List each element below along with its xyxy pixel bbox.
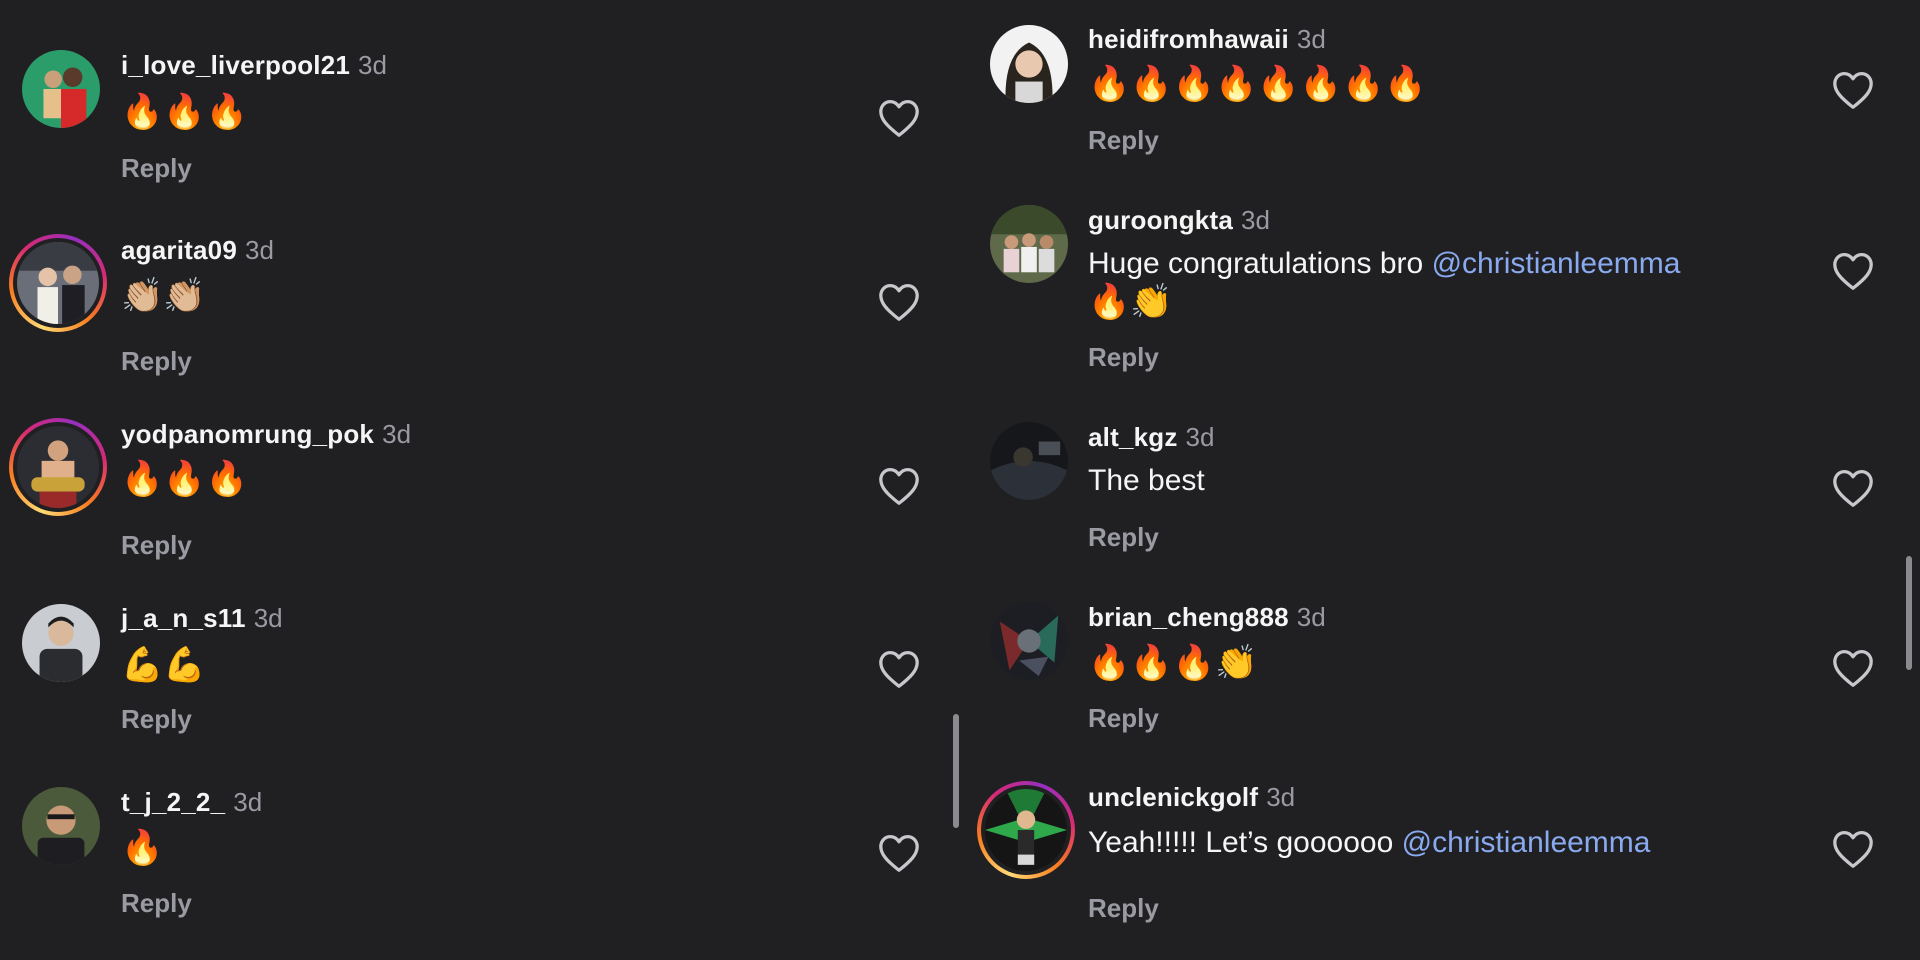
like-heart-icon[interactable] (1831, 251, 1875, 291)
timestamp: 3d (253, 603, 283, 633)
username-link[interactable]: guroongkta (1088, 205, 1233, 235)
reply-button[interactable]: Reply (121, 153, 192, 184)
mention-link[interactable]: @christianleemma (1432, 247, 1681, 280)
username-link[interactable]: agarita09 (121, 235, 237, 265)
comment-meta: yodpanomrung_pok 3d (121, 419, 411, 449)
comment-meta: guroongkta 3d (1088, 205, 1270, 235)
comment-meta: agarita09 3d (121, 235, 274, 265)
avatar-story-ring[interactable] (9, 234, 107, 332)
reply-button[interactable]: Reply (121, 530, 192, 561)
comment-meta: j_a_n_s11 3d (121, 603, 283, 633)
username-link[interactable]: yodpanomrung_pok (121, 419, 374, 449)
avatar-story-ring[interactable] (9, 418, 107, 516)
comments-column-left: i_love_liverpool21 3d 🔥🔥🔥 Reply agarita09… (0, 0, 960, 960)
scrollbar-left[interactable] (953, 714, 959, 828)
comment-text-line2: 🔥👏 (1088, 282, 1173, 322)
comment-text: 🔥🔥🔥 (121, 459, 249, 499)
avatar[interactable] (989, 601, 1069, 681)
comment-meta: alt_kgz 3d (1088, 422, 1214, 452)
scrollbar-right[interactable] (1906, 556, 1912, 670)
like-heart-icon[interactable] (1831, 468, 1875, 508)
comment-meta: brian_cheng888 3d (1088, 602, 1326, 632)
reply-button[interactable]: Reply (121, 888, 192, 919)
username-link[interactable]: t_j_2_2_ (121, 787, 225, 817)
timestamp: 3d (1296, 602, 1326, 632)
comment-text: 👏🏼👏🏼 (121, 276, 206, 316)
comment-text: The best (1088, 464, 1205, 497)
reply-button[interactable]: Reply (121, 346, 192, 377)
username-link[interactable]: unclenickgolf (1088, 782, 1258, 812)
timestamp: 3d (382, 419, 412, 449)
avatar-story-ring[interactable] (977, 781, 1075, 879)
comment-text: Yeah!!!!! Let’s goooooo @christianleemma (1088, 826, 1651, 859)
timestamp: 3d (1266, 782, 1296, 812)
timestamp: 3d (1241, 205, 1270, 235)
avatar[interactable] (989, 204, 1069, 284)
reply-button[interactable]: Reply (1088, 703, 1159, 734)
comment-text: 🔥 (121, 828, 164, 868)
reply-button[interactable]: Reply (1088, 893, 1159, 924)
comment-meta: unclenickgolf 3d (1088, 782, 1295, 812)
comment-text: 🔥🔥🔥👏 (1088, 643, 1258, 683)
comment-meta: t_j_2_2_ 3d (121, 787, 262, 817)
avatar[interactable] (21, 786, 101, 866)
comment-item: unclenickgolf 3d Yeah!!!!! Let’s goooooo … (960, 0, 1920, 923)
avatar[interactable] (21, 603, 101, 683)
username-link[interactable]: j_a_n_s11 (121, 603, 246, 633)
comment-item: t_j_2_2_ 3d 🔥 Reply (0, 0, 960, 918)
reply-button[interactable]: Reply (1088, 342, 1159, 373)
avatar[interactable] (989, 421, 1069, 501)
like-heart-icon[interactable] (877, 466, 921, 506)
reply-button[interactable]: Reply (1088, 522, 1159, 553)
comment-text: Huge congratulations bro @christianleemm… (1088, 247, 1681, 280)
like-heart-icon[interactable] (877, 649, 921, 689)
timestamp: 3d (244, 235, 274, 265)
timestamp: 3d (1185, 422, 1215, 452)
comments-column-right: heidifromhawaii 3d 🔥🔥🔥🔥🔥🔥🔥🔥 Reply guroong… (960, 0, 1920, 960)
mention-link[interactable]: @christianleemma (1402, 826, 1651, 859)
like-heart-icon[interactable] (877, 282, 921, 322)
like-heart-icon[interactable] (877, 833, 921, 873)
comment-text: 💪💪 (121, 645, 206, 685)
username-link[interactable]: brian_cheng888 (1088, 602, 1289, 632)
reply-button[interactable]: Reply (121, 704, 192, 735)
username-link[interactable]: alt_kgz (1088, 422, 1178, 452)
like-heart-icon[interactable] (1831, 829, 1875, 869)
like-heart-icon[interactable] (1831, 648, 1875, 688)
timestamp: 3d (233, 787, 263, 817)
